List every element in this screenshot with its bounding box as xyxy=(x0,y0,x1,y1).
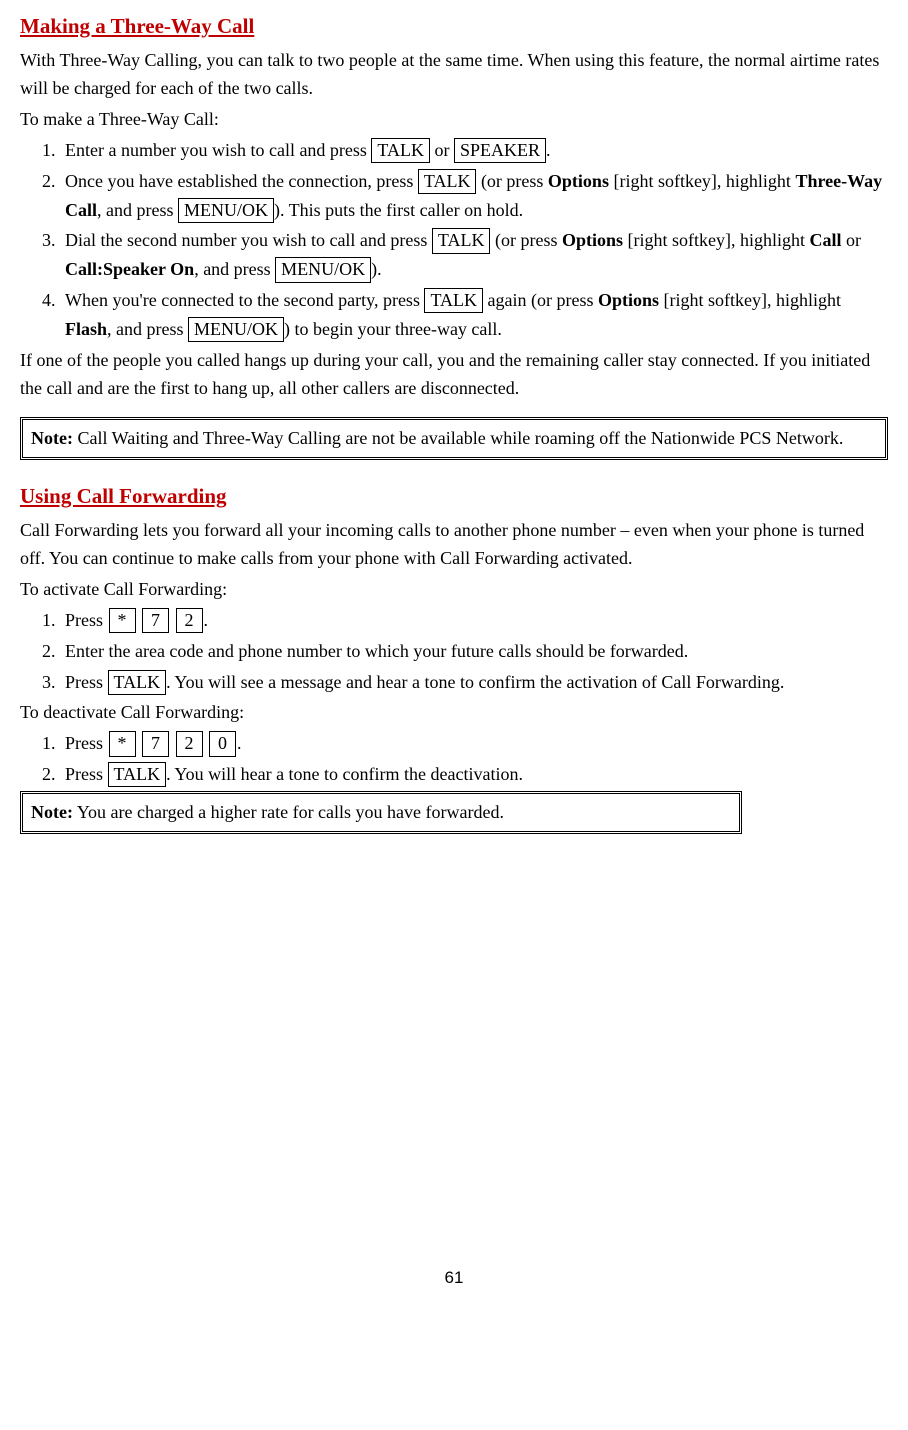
intro-text-1: With Three-Way Calling, you can talk to … xyxy=(20,46,888,104)
bold-options: Options xyxy=(562,230,623,250)
text: Press xyxy=(65,733,108,753)
text: (or press xyxy=(476,171,547,191)
text: [right softkey], highlight xyxy=(623,230,809,250)
step-d-2: Press TALK. You will hear a tone to conf… xyxy=(60,760,888,789)
text: Press xyxy=(65,764,108,784)
page-number: 61 xyxy=(20,1264,888,1291)
intro-text-2: Call Forwarding lets you forward all you… xyxy=(20,516,888,574)
text: or xyxy=(430,140,454,160)
step-a-1: Press * 7 2 . xyxy=(60,606,888,635)
text: , and press xyxy=(107,319,188,339)
text: (or press xyxy=(490,230,561,250)
key-menuok: MENU/OK xyxy=(275,257,371,282)
text: . You will hear a tone to confirm the de… xyxy=(166,764,523,784)
text: , and press xyxy=(194,259,275,279)
key-star: * xyxy=(109,731,136,756)
text: Press xyxy=(65,672,108,692)
note-label: Note: xyxy=(31,802,73,822)
note-label: Note: xyxy=(31,428,73,448)
text: . You will see a message and hear a tone… xyxy=(166,672,784,692)
key-menuok: MENU/OK xyxy=(188,317,284,342)
text: When you're connected to the second part… xyxy=(65,290,424,310)
key-talk: TALK xyxy=(108,670,167,695)
note-text: Call Waiting and Three-Way Calling are n… xyxy=(73,428,843,448)
bold-options: Options xyxy=(598,290,659,310)
text: ). xyxy=(371,259,382,279)
text: . xyxy=(237,733,242,753)
text: [right softkey], highlight xyxy=(659,290,841,310)
steps-list-1: Enter a number you wish to call and pres… xyxy=(20,136,888,344)
key-2: 2 xyxy=(176,608,203,633)
text: ). This puts the first caller on hold. xyxy=(274,200,523,220)
key-7: 7 xyxy=(142,608,169,633)
key-menuok: MENU/OK xyxy=(178,198,274,223)
bold-options: Options xyxy=(548,171,609,191)
key-talk: TALK xyxy=(432,228,491,253)
lead-text-2a: To activate Call Forwarding: xyxy=(20,575,888,604)
key-talk: TALK xyxy=(424,288,483,313)
lead-text-1: To make a Three-Way Call: xyxy=(20,105,888,134)
key-talk: TALK xyxy=(418,169,477,194)
text: ) to begin your three-way call. xyxy=(284,319,502,339)
text: Once you have established the connection… xyxy=(65,171,418,191)
bold-call: Call xyxy=(809,230,841,250)
key-talk: TALK xyxy=(371,138,430,163)
note-text: You are charged a higher rate for calls … xyxy=(73,802,504,822)
key-speaker: SPEAKER xyxy=(454,138,546,163)
key-star: * xyxy=(109,608,136,633)
note-box-1: Note: Call Waiting and Three-Way Calling… xyxy=(20,417,888,460)
step-1-2: Once you have established the connection… xyxy=(60,167,888,225)
step-a-3: Press TALK. You will see a message and h… xyxy=(60,668,888,697)
key-talk: TALK xyxy=(108,762,167,787)
steps-list-deactivate: Press * 7 2 0 . Press TALK. You will hea… xyxy=(20,729,888,789)
bold-flash: Flash xyxy=(65,319,107,339)
text: or xyxy=(841,230,861,250)
section-heading-1: Making a Three-Way Call xyxy=(20,10,888,44)
note-box-2: Note: You are charged a higher rate for … xyxy=(20,791,742,834)
step-d-1: Press * 7 2 0 . xyxy=(60,729,888,758)
section-heading-2: Using Call Forwarding xyxy=(20,480,888,514)
key-7: 7 xyxy=(142,731,169,756)
text: , and press xyxy=(97,200,178,220)
outro-text-1: If one of the people you called hangs up… xyxy=(20,346,888,404)
text: Enter a number you wish to call and pres… xyxy=(65,140,371,160)
step-1-3: Dial the second number you wish to call … xyxy=(60,226,888,284)
key-0: 0 xyxy=(209,731,236,756)
key-2: 2 xyxy=(176,731,203,756)
step-a-2: Enter the area code and phone number to … xyxy=(60,637,888,666)
step-1-1: Enter a number you wish to call and pres… xyxy=(60,136,888,165)
text: Press xyxy=(65,610,108,630)
steps-list-activate: Press * 7 2 . Enter the area code and ph… xyxy=(20,606,888,696)
text: . xyxy=(546,140,551,160)
step-1-4: When you're connected to the second part… xyxy=(60,286,888,344)
lead-text-2b: To deactivate Call Forwarding: xyxy=(20,698,888,727)
text: again (or press xyxy=(483,290,598,310)
text: . xyxy=(204,610,209,630)
text: Dial the second number you wish to call … xyxy=(65,230,432,250)
bold-callspeaker: Call:Speaker On xyxy=(65,259,194,279)
text: [right softkey], highlight xyxy=(609,171,795,191)
